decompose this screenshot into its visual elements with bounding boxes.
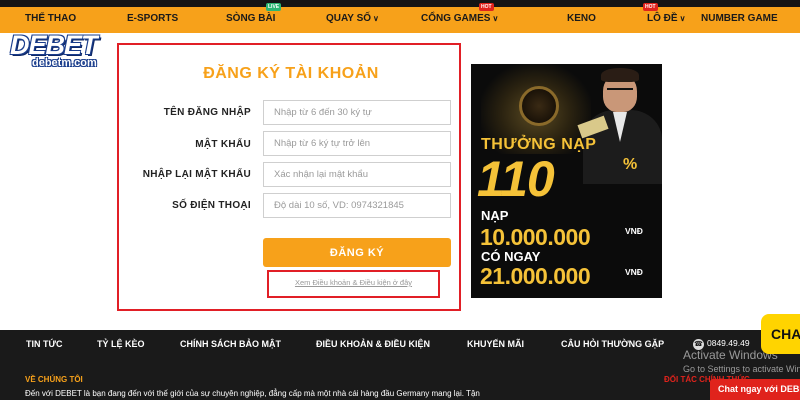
username-label: TÊN ĐĂNG NHẬP — [163, 107, 251, 118]
chat-widget-badge[interactable]: CHA — [761, 314, 800, 354]
nav-item-cong-games[interactable]: CỔNG GAMES ∨ — [421, 13, 498, 24]
top-strip — [0, 0, 800, 7]
password-label: MẬT KHẨU — [195, 139, 251, 150]
site-footer: TIN TỨC TỶ LỆ KÈO CHÍNH SÁCH BẢO MẬT ĐIỀ… — [0, 330, 800, 400]
promo-banner[interactable]: THƯỞNG NẠP 110 % NẠP 10.000.000 VNĐ CÓ N… — [471, 64, 662, 298]
promo-percent-sign: % — [623, 156, 638, 173]
chevron-down-icon: ∨ — [679, 14, 686, 23]
confirm-password-input[interactable] — [263, 162, 451, 187]
promo-man-hair — [601, 68, 639, 82]
password-input[interactable] — [263, 131, 451, 156]
footer-link-privacy[interactable]: CHÍNH SÁCH BẢO MẬT — [180, 339, 281, 349]
promo-percent-value: 110 — [477, 151, 555, 207]
phone-label: SỐ ĐIỆN THOẠI — [172, 200, 251, 211]
live-badge: LIVE — [266, 3, 282, 11]
nav-item-number-game[interactable]: NUMBER GAME — [701, 13, 778, 24]
phone-input[interactable] — [263, 193, 451, 218]
promo-bonus-amount: 21.000.000 — [480, 263, 591, 289]
nav-label: QUAY SỐ — [326, 13, 372, 24]
promo-currency: VNĐ — [625, 226, 643, 236]
nav-item-keno[interactable]: KENO — [567, 13, 596, 24]
chevron-down-icon: ∨ — [373, 14, 379, 23]
username-input[interactable] — [263, 100, 451, 125]
footer-link-odds[interactable]: TỶ LỆ KÈO — [97, 339, 145, 349]
terms-link[interactable]: Xem Điều khoản & Điều kiện ở đây — [269, 278, 438, 287]
promo-currency: VNĐ — [625, 267, 643, 277]
nav-label: NUMBER GAME — [701, 13, 778, 24]
form-title: ĐĂNG KÝ TÀI KHOẢN — [203, 65, 379, 82]
footer-link-promotions[interactable]: KHUYẾN MÃI — [467, 339, 524, 349]
nav-item-quay-so[interactable]: QUAY SỐ ∨ — [326, 13, 379, 24]
registration-form: ĐĂNG KÝ TÀI KHOẢN TÊN ĐĂNG NHẬP MẬT KHẨU… — [117, 43, 461, 311]
footer-link-news[interactable]: TIN TỨC — [26, 339, 62, 349]
chevron-down-icon: ∨ — [492, 14, 499, 23]
chat-badge-label: CHA — [771, 326, 800, 342]
site-logo[interactable]: DEBET debetm.com — [10, 30, 98, 69]
hot-badge: HOT — [479, 3, 494, 11]
footer-link-faq[interactable]: CÂU HỎI THƯỜNG GẶP — [561, 339, 664, 349]
nav-item-song-bai[interactable]: SÒNG BÀI — [226, 13, 275, 24]
promo-deposit-amount: 10.000.000 — [480, 224, 591, 250]
nav-item-e-sports[interactable]: E-SPORTS — [127, 13, 178, 24]
chat-now-button[interactable]: Chat ngay với DEBET — [710, 379, 800, 400]
nav-label: LÔ ĐỀ — [647, 13, 678, 24]
terms-highlight: Xem Điều khoản & Điều kiện ở đây — [267, 270, 440, 298]
nav-label: THỂ THAO — [25, 13, 77, 24]
activate-windows-subtitle: Go to Settings to activate Windows. — [683, 364, 800, 374]
nav-label: CỔNG GAMES — [421, 13, 491, 24]
footer-link-terms[interactable]: ĐIỀU KHOẢN & ĐIỀU KIỆN — [316, 339, 430, 349]
confirm-password-label: NHẬP LẠI MẬT KHẨU — [142, 169, 251, 180]
nav-label: KENO — [567, 13, 596, 24]
about-text: Đến với DEBET là bạn đang đến với thế gi… — [25, 389, 480, 398]
promo-bonus-label: CÓ NGAY — [481, 249, 541, 264]
nav-item-lo-de[interactable]: LÔ ĐỀ ∨ — [647, 13, 685, 24]
nav-label: SÒNG BÀI — [226, 13, 276, 24]
glasses-icon — [607, 88, 633, 93]
hot-badge: HOT — [643, 3, 658, 11]
roulette-wheel-image — [519, 86, 559, 126]
chat-bar-label: Chat ngay với DEBET — [718, 384, 800, 394]
promo-deposit-label: NẠP — [481, 208, 509, 223]
register-button[interactable]: ĐĂNG KÝ — [263, 238, 451, 267]
logo-domain: debetm.com — [32, 57, 97, 69]
about-heading: VỀ CHÚNG TÔI — [25, 375, 83, 384]
nav-item-the-thao[interactable]: THỂ THAO — [25, 13, 76, 24]
nav-label: E-SPORTS — [127, 13, 179, 24]
phone-number: 0849.49.49 — [707, 338, 750, 348]
